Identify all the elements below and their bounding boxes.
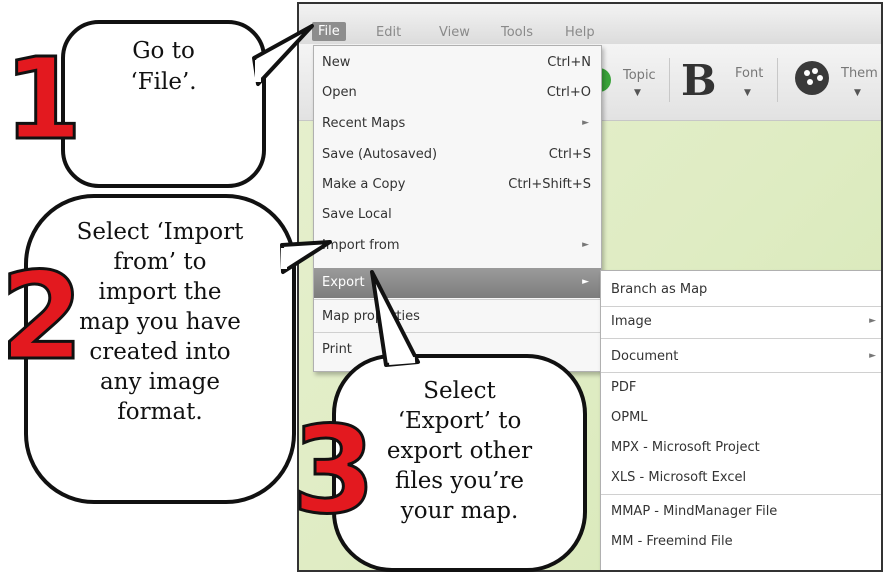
export-item-mpx[interactable]: MPX - Microsoft Project	[601, 433, 881, 463]
toolbar-separator	[669, 58, 670, 102]
menu-help[interactable]: Help	[565, 25, 595, 40]
menu-item-make-a-copy[interactable]: Make a Copy Ctrl+Shift+S	[314, 170, 601, 200]
topic-button[interactable]: Topic	[623, 68, 656, 83]
menu-item-label: Open	[322, 85, 357, 100]
theme-dropdown-caret[interactable]: ▼	[854, 88, 861, 98]
menu-item-label: Import from	[322, 238, 400, 253]
callout-text: Go to	[132, 38, 195, 64]
menu-item-shortcut: Ctrl+N	[547, 55, 591, 70]
submenu-arrow-icon: ►	[582, 240, 589, 250]
font-dropdown-caret[interactable]: ▼	[744, 88, 751, 98]
menu-item-recent-maps[interactable]: Recent Maps ►	[314, 109, 601, 139]
menu-item-label: MM - Freemind File	[611, 534, 733, 549]
menu-item-shortcut: Ctrl+S	[548, 147, 591, 162]
callout-text: ‘File’.	[130, 69, 197, 95]
menu-divider	[314, 299, 601, 300]
menu-item-label: Make a Copy	[322, 177, 406, 192]
export-item-mmap[interactable]: MMAP - MindManager File	[601, 497, 881, 527]
toolbar-separator	[777, 58, 778, 102]
menu-view[interactable]: View	[439, 25, 470, 40]
submenu-arrow-icon: ►	[869, 316, 876, 326]
menu-item-label: Document	[611, 349, 679, 364]
menu-item-label: Image	[611, 314, 652, 329]
file-menu: New Ctrl+N Open Ctrl+O Recent Maps ► Sav…	[313, 45, 602, 372]
step-number-1: 1	[3, 35, 84, 165]
menu-item-open[interactable]: Open Ctrl+O	[314, 78, 601, 108]
export-item-document[interactable]: Document ►	[601, 342, 881, 372]
menu-item-label: PDF	[611, 380, 637, 395]
menu-item-label: Print	[322, 342, 352, 357]
menu-tools[interactable]: Tools	[501, 25, 533, 40]
menu-divider	[601, 494, 881, 495]
menu-item-shortcut: Ctrl+O	[546, 85, 591, 100]
menu-item-save-local[interactable]: Save Local	[314, 200, 601, 230]
menu-item-label: Branch as Map	[611, 282, 708, 297]
callout-text: Select ‘Import	[76, 219, 244, 245]
export-item-branch-as-map[interactable]: Branch as Map	[601, 275, 881, 305]
menu-item-label: Recent Maps	[322, 116, 406, 131]
export-item-xls[interactable]: XLS - Microsoft Excel	[601, 463, 881, 493]
submenu-arrow-icon: ►	[869, 351, 876, 361]
callout-text: format.	[117, 399, 203, 425]
menu-item-label: MMAP - MindManager File	[611, 504, 778, 519]
theme-button[interactable]: Them	[841, 66, 878, 81]
menu-divider	[314, 332, 601, 333]
callout-step-1: Go to ‘File’.	[61, 20, 266, 188]
menu-divider	[601, 338, 881, 339]
step-number-3: 3	[291, 402, 377, 541]
export-item-pdf[interactable]: PDF	[601, 373, 881, 403]
menu-item-map-properties[interactable]: Map properties	[314, 302, 601, 332]
menu-item-export[interactable]: Export ►	[314, 268, 601, 298]
menu-item-label: Export	[322, 275, 365, 290]
export-item-image[interactable]: Image ►	[601, 307, 881, 337]
menu-item-save[interactable]: Save (Autosaved) Ctrl+S	[314, 140, 601, 170]
menu-item-shortcut: Ctrl+Shift+S	[508, 177, 591, 192]
menu-bar: File Edit View Tools Help	[299, 4, 881, 45]
export-submenu: Branch as Map Image ► Document ► PDF OPM…	[600, 270, 881, 570]
theme-palette-icon[interactable]	[795, 61, 829, 95]
menu-item-label: Save Local	[322, 207, 392, 222]
menu-item-label: MPX - Microsoft Project	[611, 440, 760, 455]
font-button[interactable]: Font	[735, 66, 763, 81]
export-item-mm[interactable]: MM - Freemind File	[601, 527, 881, 557]
menu-edit[interactable]: Edit	[376, 25, 401, 40]
export-item-opml[interactable]: OPML	[601, 403, 881, 433]
menu-item-label: Map properties	[322, 309, 420, 324]
menu-item-new[interactable]: New Ctrl+N	[314, 48, 601, 78]
submenu-arrow-icon: ►	[582, 277, 589, 287]
bold-button[interactable]: B	[681, 60, 717, 102]
menu-item-label: Save (Autosaved)	[322, 147, 438, 162]
submenu-arrow-icon: ►	[582, 118, 589, 128]
menu-item-label: OPML	[611, 410, 648, 425]
menu-item-label: XLS - Microsoft Excel	[611, 470, 747, 485]
topic-dropdown-caret[interactable]: ▼	[634, 88, 641, 98]
menu-item-label: New	[322, 55, 351, 70]
step-number-2: 2	[0, 248, 85, 387]
menu-file[interactable]: File	[312, 22, 346, 41]
menu-item-import-from[interactable]: Import from ►	[314, 231, 601, 261]
